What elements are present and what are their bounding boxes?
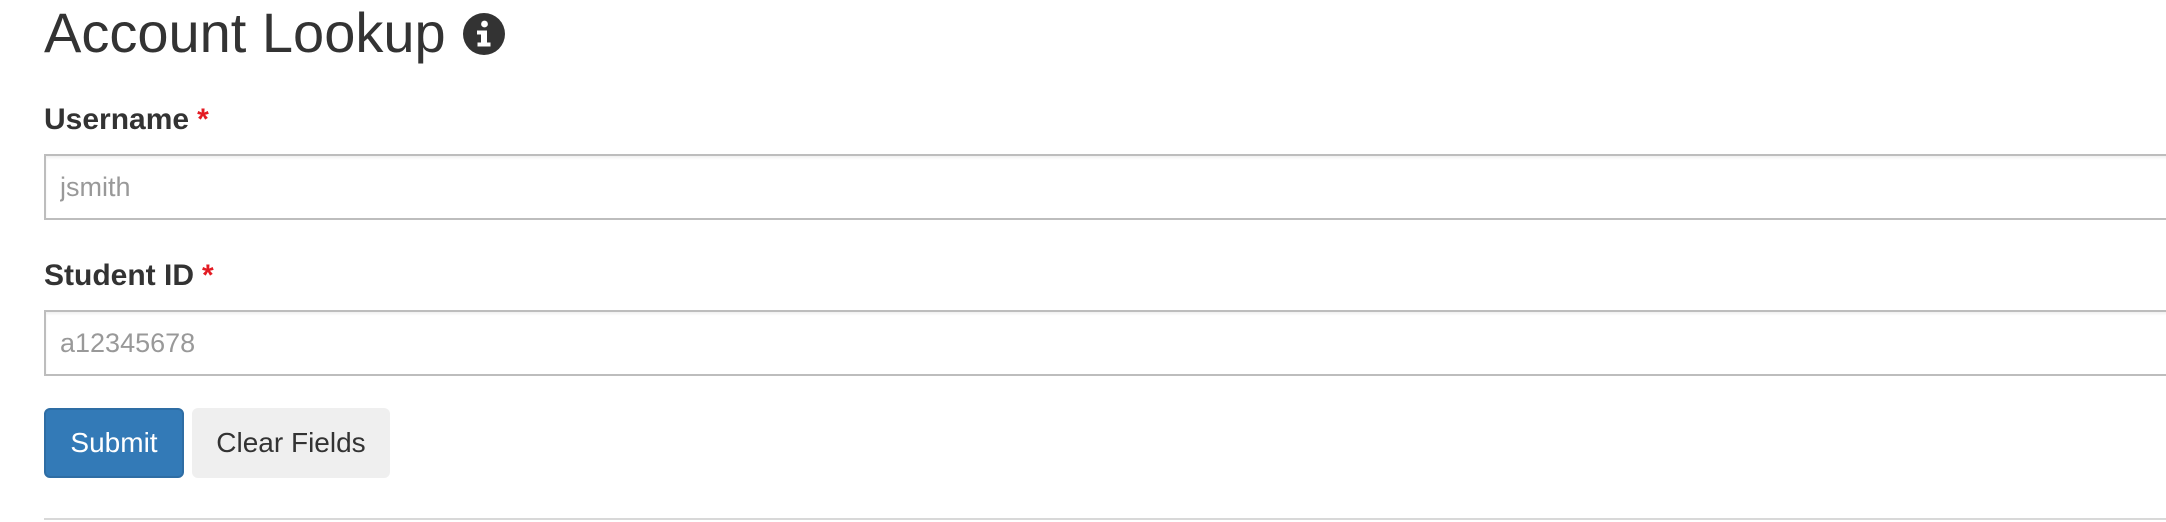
page-title: Account Lookup: [44, 0, 506, 66]
submit-button[interactable]: Submit: [44, 408, 184, 478]
clear-fields-button[interactable]: Clear Fields: [192, 408, 390, 478]
page-title-text: Account Lookup: [44, 1, 446, 64]
required-asterisk: *: [197, 103, 209, 136]
student-id-label: Student ID *: [44, 256, 214, 296]
divider: [44, 518, 2166, 520]
student-id-label-text: Student ID: [44, 259, 194, 292]
required-asterisk: *: [202, 259, 214, 292]
student-id-input[interactable]: [44, 310, 2166, 376]
info-circle-icon[interactable]: [462, 12, 506, 56]
username-label: Username *: [44, 100, 209, 140]
username-input[interactable]: [44, 154, 2166, 220]
username-label-text: Username: [44, 103, 190, 136]
